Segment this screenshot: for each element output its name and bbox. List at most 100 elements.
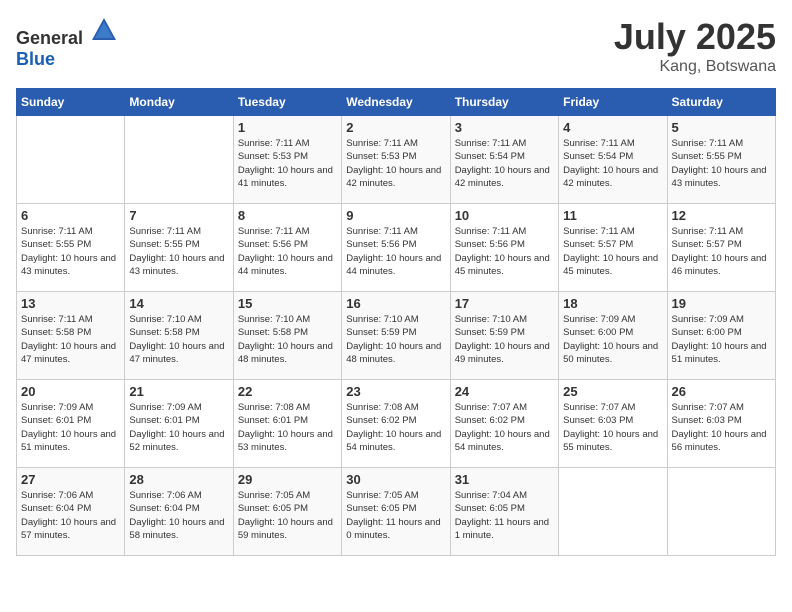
title-block: July 2025 Kang, Botswana [614, 16, 776, 76]
day-number: 22 [238, 384, 337, 399]
month-title: July 2025 [614, 16, 776, 58]
calendar-cell: 29Sunrise: 7:05 AM Sunset: 6:05 PM Dayli… [233, 468, 341, 556]
day-number: 20 [21, 384, 120, 399]
calendar-cell: 25 Sunrise: 7:07 AM Sunset: 6:03 PM Dayli… [559, 380, 667, 468]
weekday-header: Wednesday [342, 89, 450, 116]
calendar-cell: 16 Sunrise: 7:10 AM Sunset: 5:59 PM Dayli… [342, 292, 450, 380]
day-info: Sunrise: 7:04 AM Sunset: 6:05 PM Dayligh… [455, 489, 554, 542]
day-number: 19 [672, 296, 771, 311]
calendar-cell: 14Sunrise: 7:10 AM Sunset: 5:58 PM Dayli… [125, 292, 233, 380]
logo-blue: Blue [16, 49, 55, 69]
calendar-cell: 6 Sunrise: 7:11 AM Sunset: 5:55 PM Daylig… [17, 204, 125, 292]
calendar-cell [17, 116, 125, 204]
day-number: 5 [672, 120, 771, 135]
day-info: Sunrise: 7:11 AM Sunset: 5:58 PM Dayligh… [21, 313, 120, 366]
day-number: 12 [672, 208, 771, 223]
calendar-week-row: 1 Sunrise: 7:11 AM Sunset: 5:53 PM Daylig… [17, 116, 776, 204]
day-info: Sunrise: 7:11 AM Sunset: 5:57 PM Dayligh… [563, 225, 662, 278]
calendar-cell: 15 Sunrise: 7:10 AM Sunset: 5:58 PM Dayli… [233, 292, 341, 380]
page-header: General Blue July 2025 Kang, Botswana [16, 16, 776, 76]
day-info: Sunrise: 7:11 AM Sunset: 5:54 PM Dayligh… [563, 137, 662, 190]
day-number: 6 [21, 208, 120, 223]
calendar-cell: 1Sunrise: 7:11 AM Sunset: 5:53 PM Daylig… [233, 116, 341, 204]
day-number: 9 [346, 208, 445, 223]
calendar-week-row: 13 Sunrise: 7:11 AM Sunset: 5:58 PM Dayli… [17, 292, 776, 380]
calendar-cell: 31 Sunrise: 7:04 AM Sunset: 6:05 PM Dayli… [450, 468, 558, 556]
calendar-cell: 2 Sunrise: 7:11 AM Sunset: 5:53 PM Daylig… [342, 116, 450, 204]
calendar-cell: 5 Sunrise: 7:11 AM Sunset: 5:55 PM Daylig… [667, 116, 775, 204]
weekday-header-row: SundayMondayTuesdayWednesdayThursdayFrid… [17, 89, 776, 116]
calendar-cell: 27Sunrise: 7:06 AM Sunset: 6:04 PM Dayli… [17, 468, 125, 556]
day-number: 17 [455, 296, 554, 311]
day-number: 28 [129, 472, 228, 487]
location-title: Kang, Botswana [614, 58, 776, 76]
day-info: Sunrise: 7:09 AM Sunset: 6:01 PM Dayligh… [21, 401, 120, 454]
weekday-header: Saturday [667, 89, 775, 116]
calendar-table: SundayMondayTuesdayWednesdayThursdayFrid… [16, 88, 776, 556]
day-number: 25 [563, 384, 662, 399]
day-number: 7 [129, 208, 228, 223]
calendar-week-row: 6 Sunrise: 7:11 AM Sunset: 5:55 PM Daylig… [17, 204, 776, 292]
logo-icon [90, 16, 118, 44]
calendar-cell: 17 Sunrise: 7:10 AM Sunset: 5:59 PM Dayli… [450, 292, 558, 380]
day-number: 14 [129, 296, 228, 311]
day-number: 2 [346, 120, 445, 135]
calendar-cell: 12 Sunrise: 7:11 AM Sunset: 5:57 PM Dayli… [667, 204, 775, 292]
day-number: 26 [672, 384, 771, 399]
calendar-cell: 18 Sunrise: 7:09 AM Sunset: 6:00 PM Dayli… [559, 292, 667, 380]
day-number: 21 [129, 384, 228, 399]
day-number: 24 [455, 384, 554, 399]
day-info: Sunrise: 7:08 AM Sunset: 6:02 PM Dayligh… [346, 401, 445, 454]
day-number: 31 [455, 472, 554, 487]
day-number: 1 [238, 120, 337, 135]
day-info: Sunrise: 7:10 AM Sunset: 5:58 PM Dayligh… [238, 313, 337, 366]
day-info: Sunrise: 7:11 AM Sunset: 5:56 PM Dayligh… [455, 225, 554, 278]
day-info: Sunrise: 7:11 AM Sunset: 5:55 PM Dayligh… [672, 137, 771, 190]
calendar-cell: 22 Sunrise: 7:08 AM Sunset: 6:01 PM Dayli… [233, 380, 341, 468]
calendar-cell: 7 Sunrise: 7:11 AM Sunset: 5:55 PM Daylig… [125, 204, 233, 292]
day-info: Sunrise: 7:07 AM Sunset: 6:03 PM Dayligh… [672, 401, 771, 454]
day-info: Sunrise: 7:05 AM Sunset: 6:05 PM Dayligh… [346, 489, 445, 542]
calendar-cell: 20 Sunrise: 7:09 AM Sunset: 6:01 PM Dayli… [17, 380, 125, 468]
day-info: Sunrise: 7:11 AM Sunset: 5:55 PM Dayligh… [21, 225, 120, 278]
calendar-cell: 19 Sunrise: 7:09 AM Sunset: 6:00 PM Dayli… [667, 292, 775, 380]
weekday-header: Monday [125, 89, 233, 116]
day-number: 30 [346, 472, 445, 487]
day-info: Sunrise: 7:07 AM Sunset: 6:02 PM Dayligh… [455, 401, 554, 454]
day-number: 27 [21, 472, 120, 487]
day-info: Sunrise: 7:07 AM Sunset: 6:03 PM Dayligh… [563, 401, 662, 454]
weekday-header: Sunday [17, 89, 125, 116]
day-number: 3 [455, 120, 554, 135]
calendar-cell [125, 116, 233, 204]
calendar-cell: 9Sunrise: 7:11 AM Sunset: 5:56 PM Daylig… [342, 204, 450, 292]
day-info: Sunrise: 7:10 AM Sunset: 5:59 PM Dayligh… [346, 313, 445, 366]
day-info: Sunrise: 7:11 AM Sunset: 5:53 PM Dayligh… [346, 137, 445, 190]
day-number: 8 [238, 208, 337, 223]
day-info: Sunrise: 7:11 AM Sunset: 5:55 PM Dayligh… [129, 225, 228, 278]
day-info: Sunrise: 7:11 AM Sunset: 5:56 PM Dayligh… [238, 225, 337, 278]
calendar-cell: 8 Sunrise: 7:11 AM Sunset: 5:56 PM Daylig… [233, 204, 341, 292]
calendar-cell: 21Sunrise: 7:09 AM Sunset: 6:01 PM Dayli… [125, 380, 233, 468]
day-info: Sunrise: 7:09 AM Sunset: 6:00 PM Dayligh… [672, 313, 771, 366]
calendar-cell: 11Sunrise: 7:11 AM Sunset: 5:57 PM Dayli… [559, 204, 667, 292]
logo-general: General [16, 28, 83, 48]
logo: General Blue [16, 16, 118, 70]
day-number: 15 [238, 296, 337, 311]
calendar-cell [667, 468, 775, 556]
weekday-header: Tuesday [233, 89, 341, 116]
calendar-cell: 3 Sunrise: 7:11 AM Sunset: 5:54 PM Daylig… [450, 116, 558, 204]
day-number: 13 [21, 296, 120, 311]
day-number: 23 [346, 384, 445, 399]
day-number: 10 [455, 208, 554, 223]
day-info: Sunrise: 7:11 AM Sunset: 5:54 PM Dayligh… [455, 137, 554, 190]
day-info: Sunrise: 7:10 AM Sunset: 5:59 PM Dayligh… [455, 313, 554, 366]
day-info: Sunrise: 7:09 AM Sunset: 6:00 PM Dayligh… [563, 313, 662, 366]
calendar-cell: 4Sunrise: 7:11 AM Sunset: 5:54 PM Daylig… [559, 116, 667, 204]
day-info: Sunrise: 7:08 AM Sunset: 6:01 PM Dayligh… [238, 401, 337, 454]
logo-text: General Blue [16, 16, 118, 70]
day-number: 29 [238, 472, 337, 487]
day-number: 16 [346, 296, 445, 311]
day-info: Sunrise: 7:11 AM Sunset: 5:57 PM Dayligh… [672, 225, 771, 278]
day-number: 18 [563, 296, 662, 311]
calendar-cell: 13 Sunrise: 7:11 AM Sunset: 5:58 PM Dayli… [17, 292, 125, 380]
